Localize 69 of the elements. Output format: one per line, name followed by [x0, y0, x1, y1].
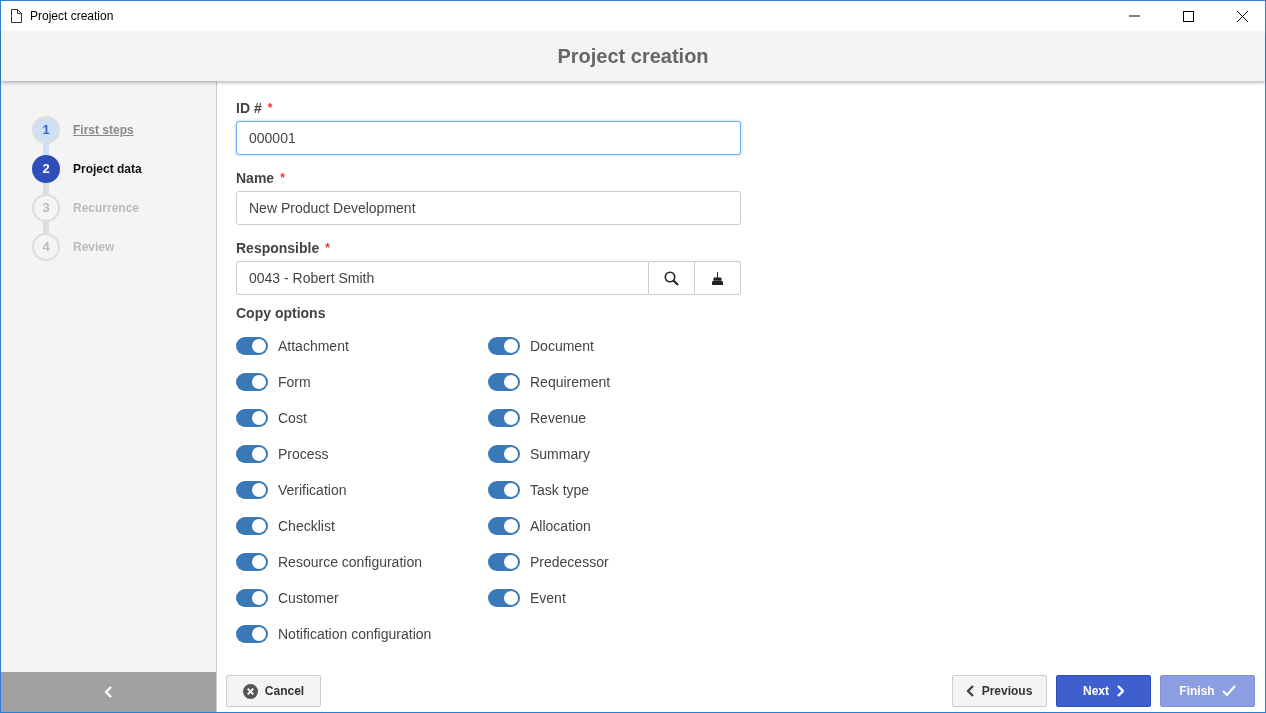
window-title: Project creation: [30, 9, 115, 23]
required-mark: *: [280, 171, 285, 185]
toggle-switch[interactable]: [488, 517, 520, 535]
check-icon: [1221, 685, 1236, 697]
previous-button[interactable]: Previous: [952, 675, 1047, 707]
toggle-switch[interactable]: [236, 445, 268, 463]
toggle-switch[interactable]: [236, 517, 268, 535]
required-mark: *: [325, 241, 330, 255]
option-label: Checklist: [278, 518, 335, 534]
toggle-switch[interactable]: [488, 409, 520, 427]
option-label: Verification: [278, 482, 347, 498]
toggle-switch[interactable]: [488, 445, 520, 463]
page-title: Project creation: [557, 44, 709, 68]
step-label: Project data: [73, 161, 142, 176]
toggle-switch[interactable]: [236, 373, 268, 391]
option-label: Predecessor: [530, 554, 609, 570]
toggle-switch[interactable]: [488, 373, 520, 391]
option-label: Allocation: [530, 518, 591, 534]
input-field[interactable]: 0043 - Robert Smith: [236, 261, 649, 295]
option-label: Summary: [530, 446, 590, 462]
step-label: Review: [73, 239, 115, 254]
option-label: Cost: [278, 410, 307, 426]
toggle-switch[interactable]: [236, 337, 268, 355]
toggle-switch[interactable]: [236, 481, 268, 499]
broom-icon: [712, 271, 723, 285]
maximize-icon[interactable]: [1182, 10, 1194, 22]
search-button[interactable]: [649, 261, 695, 295]
field-label: Responsible: [236, 240, 320, 256]
option-label: Customer: [278, 590, 339, 606]
option-label: Requirement: [530, 374, 611, 390]
toggle-switch[interactable]: [236, 553, 268, 571]
option-label: Process: [278, 446, 329, 462]
close-circle-icon: [242, 683, 258, 699]
chevron-right-icon: [1116, 685, 1124, 697]
chevron-left-icon: [104, 686, 113, 698]
toggle-switch[interactable]: [488, 589, 520, 607]
toggle-switch[interactable]: [488, 553, 520, 571]
chevron-left-icon: [966, 685, 975, 697]
step-number: 2: [32, 154, 60, 183]
option-label: Task type: [530, 482, 590, 498]
close-icon[interactable]: [1236, 10, 1248, 22]
option-label: Revenue: [530, 410, 587, 426]
option-label: Document: [530, 338, 594, 354]
toggle-switch[interactable]: [236, 625, 268, 643]
toggle-switch[interactable]: [236, 589, 268, 607]
cancel-button[interactable]: Cancel: [226, 675, 321, 707]
step-label: Recurrence: [73, 200, 140, 215]
toggle-switch[interactable]: [488, 481, 520, 499]
toggle-switch[interactable]: [488, 337, 520, 355]
option-label: Notification configuration: [278, 626, 432, 642]
field-label: Name: [236, 170, 275, 186]
option-label: Form: [278, 374, 311, 390]
toggle-switch[interactable]: [236, 409, 268, 427]
option-label: Resource configuration: [278, 554, 422, 570]
search-icon: [664, 270, 679, 286]
step-number: 1: [32, 115, 60, 144]
option-label: Attachment: [278, 338, 349, 354]
document-icon: [11, 9, 22, 23]
next-button[interactable]: Next: [1056, 675, 1151, 707]
section-title: Copy options: [236, 305, 327, 321]
required-mark: *: [267, 101, 273, 115]
clear-button[interactable]: [695, 261, 741, 295]
step-number: 4: [32, 232, 60, 261]
minimize-icon[interactable]: [1128, 15, 1140, 17]
field-label: ID #: [236, 100, 262, 116]
step-number: 3: [32, 193, 60, 222]
option-label: Event: [530, 590, 566, 606]
input-field[interactable]: New Product Development: [236, 191, 741, 225]
input-field[interactable]: 000001: [236, 121, 741, 155]
